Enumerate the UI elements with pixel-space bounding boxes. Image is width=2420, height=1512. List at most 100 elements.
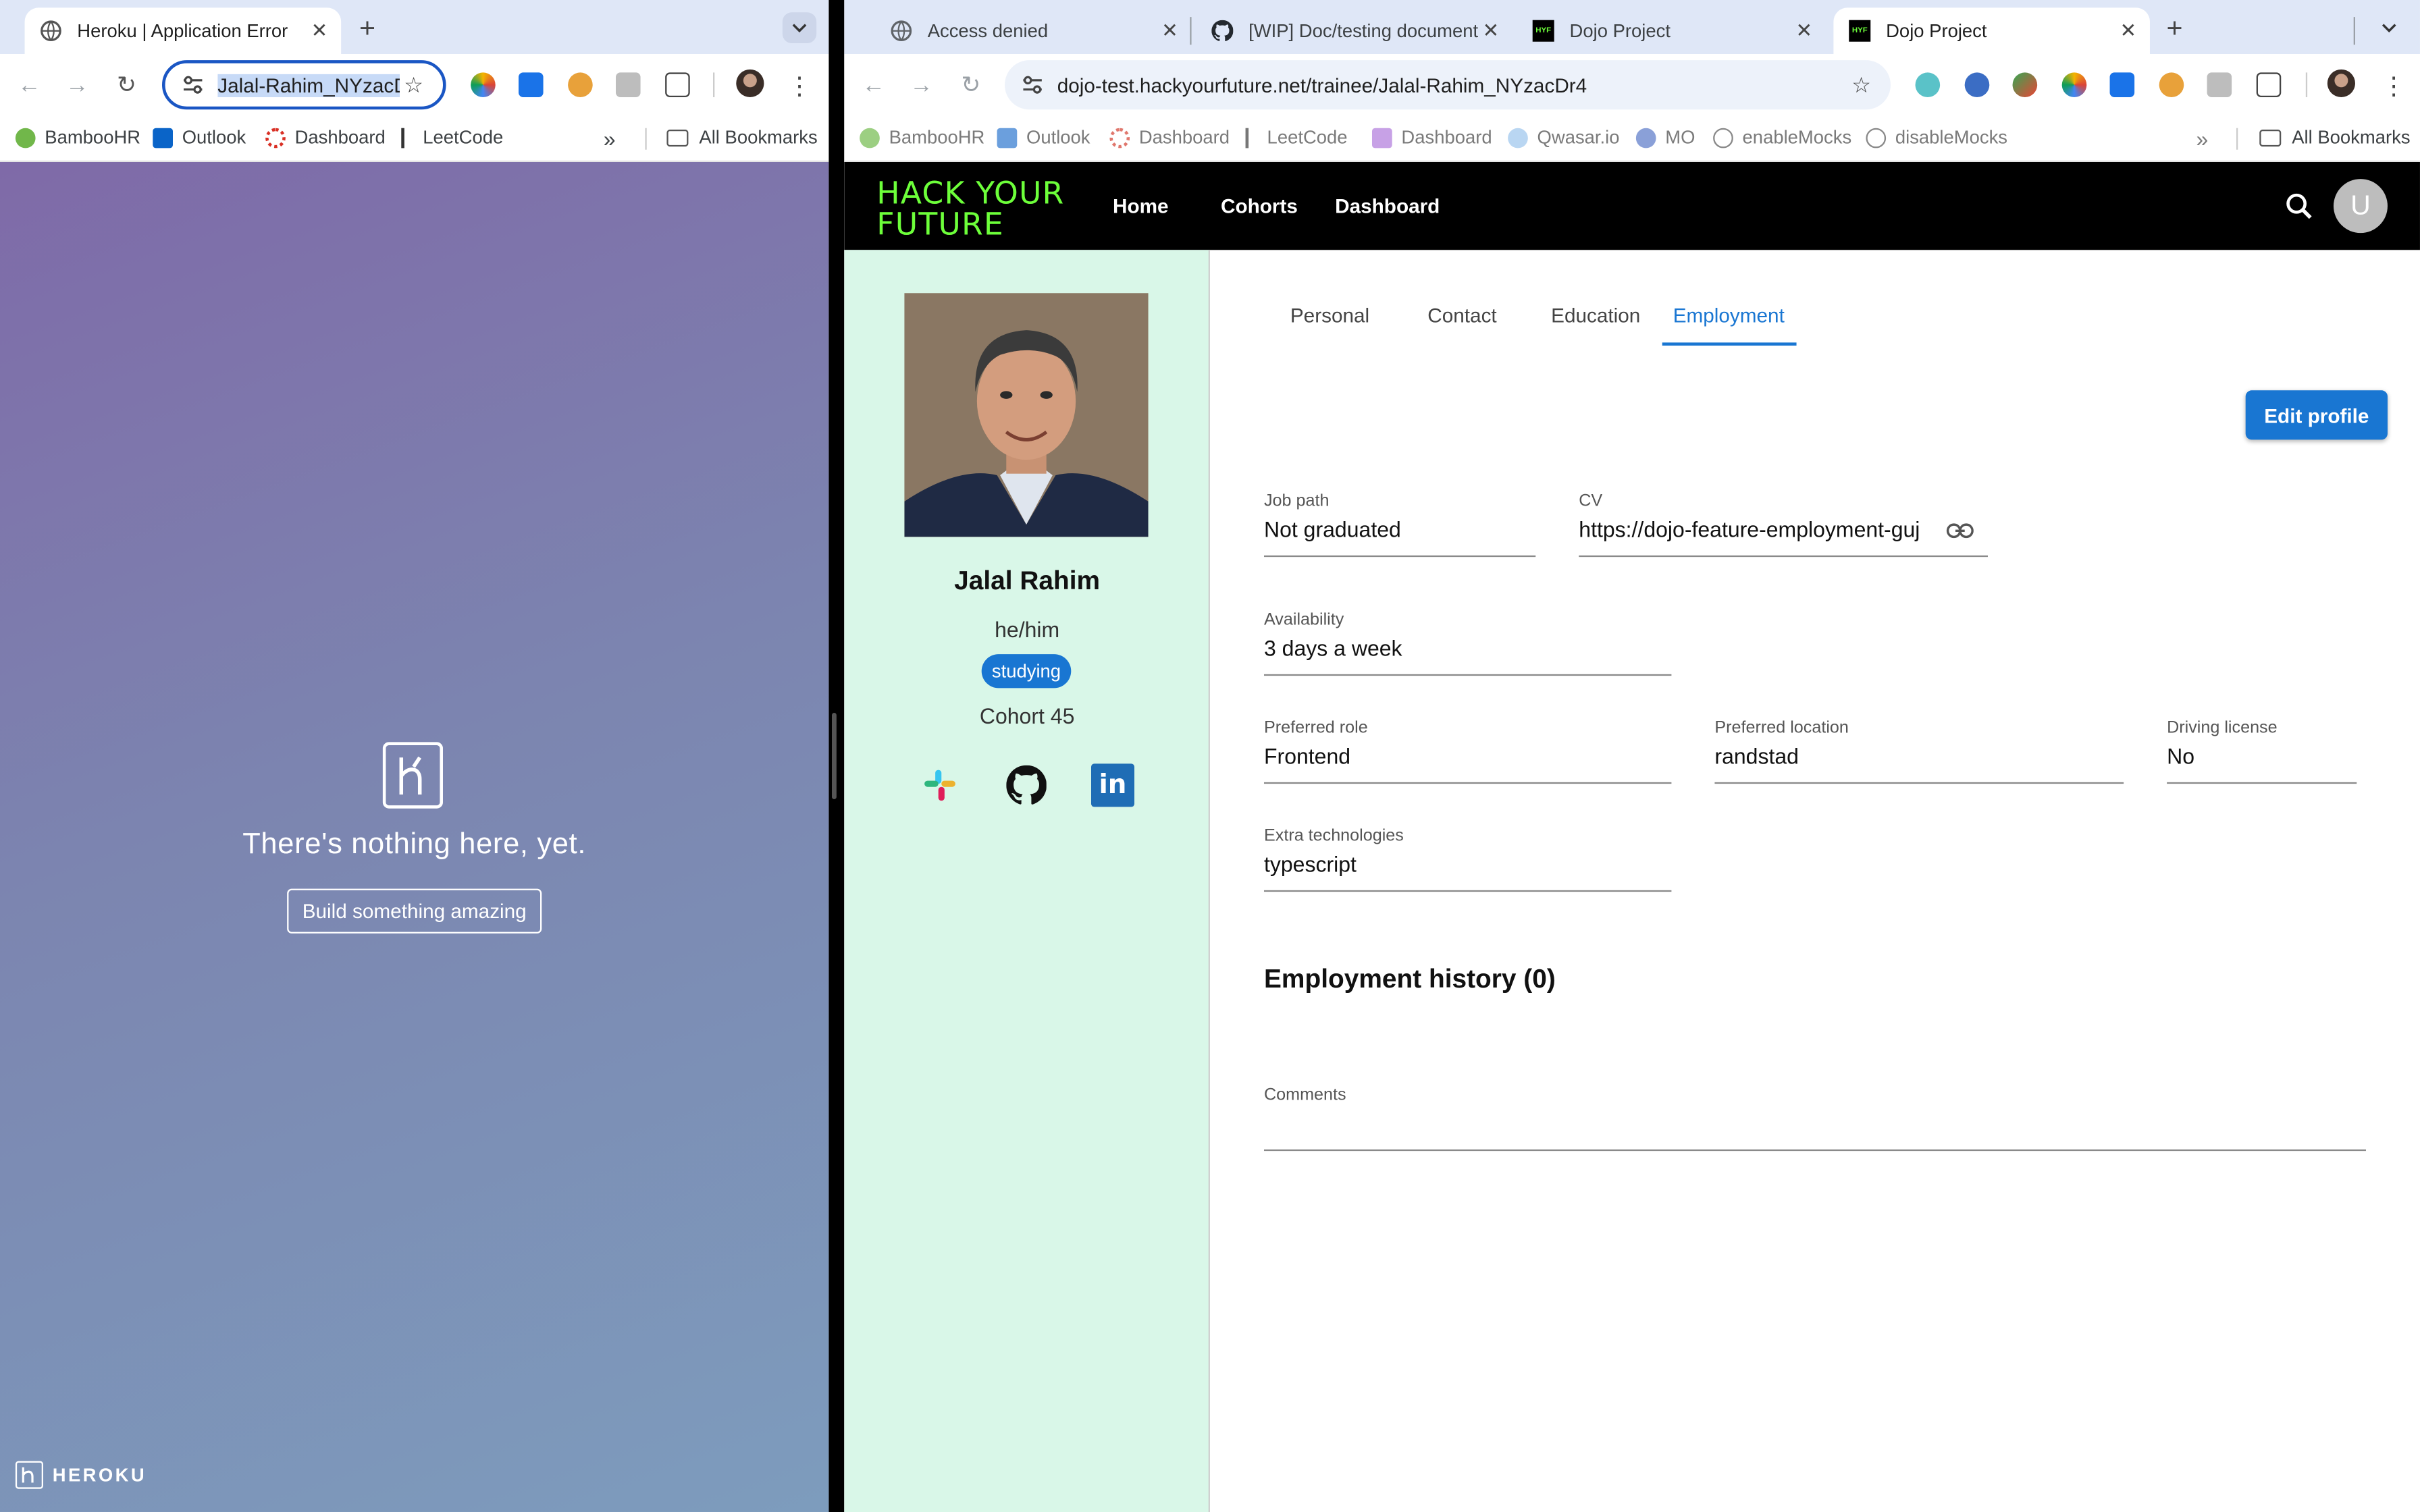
- hyf-logo[interactable]: HACK YOUR FUTURE: [876, 178, 1064, 239]
- slack-icon[interactable]: [918, 763, 962, 807]
- nav-home[interactable]: Home: [1113, 194, 1169, 217]
- bookmark-star-icon[interactable]: ☆: [400, 72, 427, 98]
- bookmark-item[interactable]: enableMocks: [1713, 126, 1851, 148]
- tab-title: Access denied: [927, 20, 1049, 42]
- bookmark-item[interactable]: Dashboard: [265, 126, 386, 148]
- extension-icon[interactable]: [2159, 72, 2184, 97]
- tab-dojo-project-active[interactable]: HYF Dojo Project ✕: [1833, 7, 2150, 54]
- extension-icon[interactable]: [518, 72, 544, 97]
- bookmark-item[interactable]: Outlook: [997, 126, 1090, 148]
- hyf-icon: HYF: [1849, 20, 1871, 42]
- profile-avatar[interactable]: [2327, 69, 2355, 97]
- tab-search-button[interactable]: [2372, 12, 2406, 43]
- close-tab-icon[interactable]: ✕: [2116, 18, 2141, 43]
- close-tab-icon[interactable]: ✕: [1157, 18, 1182, 43]
- tab-contact[interactable]: Contact: [1427, 304, 1496, 327]
- all-bookmarks-button[interactable]: All Bookmarks: [2259, 126, 2411, 148]
- tab-personal[interactable]: Personal: [1290, 304, 1369, 327]
- new-tab-button[interactable]: +: [2159, 11, 2190, 43]
- split-view-handle[interactable]: [831, 712, 837, 799]
- folder-icon: [666, 128, 689, 146]
- site-info-icon[interactable]: [1020, 72, 1045, 97]
- bookmark-item[interactable]: MO: [1635, 126, 1695, 148]
- reload-button[interactable]: ↻: [111, 70, 142, 101]
- bookmarks-overflow-button[interactable]: »: [604, 126, 616, 151]
- user-avatar[interactable]: U: [2333, 179, 2388, 234]
- tab-heroku[interactable]: Heroku | Application Error ✕: [24, 7, 342, 54]
- extension-icon[interactable]: [2061, 72, 2087, 97]
- tab-employment[interactable]: Employment: [1673, 304, 1785, 327]
- all-bookmarks-button[interactable]: All Bookmarks: [666, 126, 818, 148]
- kebab-menu-icon[interactable]: ⋮: [787, 71, 812, 102]
- availability-field: Availability 3 days a week: [1263, 611, 1672, 676]
- app-header: HACK YOUR FUTURE Home Cohorts Dashboard …: [844, 161, 2420, 250]
- tab-github-doc[interactable]: [WIP] Doc/testing document ✕: [1196, 7, 1512, 54]
- puzzle-icon[interactable]: [2256, 72, 2282, 97]
- extension-heart-icon[interactable]: [1964, 72, 1990, 97]
- leetcode-icon: [401, 127, 413, 148]
- close-tab-icon[interactable]: ✕: [1479, 18, 1504, 43]
- heroku-footer-logo[interactable]: HEROKU: [15, 1461, 147, 1489]
- bookmark-item[interactable]: BambooHR: [860, 126, 984, 148]
- github-icon[interactable]: [1005, 763, 1048, 807]
- back-button[interactable]: ←: [14, 70, 45, 101]
- tab-title: Dojo Project: [1886, 20, 1987, 42]
- back-button[interactable]: ←: [858, 70, 889, 101]
- trainee-cohort[interactable]: Cohort 45: [844, 703, 1210, 728]
- forward-button[interactable]: →: [906, 70, 937, 101]
- tab-access-denied[interactable]: Access denied ✕: [875, 7, 1192, 54]
- site-info-icon[interactable]: [180, 72, 205, 97]
- bookmark-item[interactable]: Qwasar.io: [1508, 126, 1620, 148]
- edit-profile-button[interactable]: Edit profile: [2245, 390, 2388, 440]
- linkedin-icon[interactable]: in: [1090, 763, 1134, 807]
- bookmark-item[interactable]: LeetCode: [1245, 126, 1348, 148]
- preferred-location-field: Preferred location randstad: [1714, 719, 2124, 784]
- bookmarks-overflow-button[interactable]: »: [2197, 126, 2209, 151]
- preferred-role-field: Preferred role Frontend: [1263, 719, 1672, 784]
- extension-icon[interactable]: [2012, 72, 2038, 97]
- bookmarks-divider: [2236, 128, 2238, 150]
- extension-icon[interactable]: [2207, 72, 2232, 97]
- bookmark-item[interactable]: Dashboard: [1109, 126, 1230, 148]
- bookmark-star-icon[interactable]: ☆: [1847, 72, 1875, 98]
- close-tab-icon[interactable]: ✕: [307, 18, 332, 43]
- heroku-mark-icon: [15, 1461, 43, 1489]
- extension-icon[interactable]: [568, 72, 593, 97]
- forward-button[interactable]: →: [61, 70, 93, 101]
- tab-education[interactable]: Education: [1551, 304, 1640, 327]
- new-tab-button[interactable]: +: [352, 11, 383, 43]
- leetcode-icon: [1245, 127, 1258, 148]
- bookmark-item[interactable]: LeetCode: [401, 126, 503, 148]
- address-text[interactable]: Jalal-Rahim_NYzacD: [217, 73, 400, 97]
- puzzle-icon[interactable]: [665, 72, 690, 97]
- build-something-button[interactable]: Build something amazing: [287, 888, 542, 934]
- left-browser-window: Heroku | Application Error ✕ + ← → ↻ Jal…: [0, 0, 829, 1512]
- extension-m-icon[interactable]: [1915, 72, 1941, 97]
- extension-icon[interactable]: [615, 72, 641, 97]
- bookmark-item[interactable]: disableMocks: [1866, 126, 2007, 148]
- bookmark-item[interactable]: BambooHR: [15, 126, 140, 148]
- tab-separator: [1190, 17, 1192, 45]
- right-browser-window: Access denied ✕ [WIP] Doc/testing docume…: [844, 0, 2420, 1512]
- bookmark-item[interactable]: Dashboard: [1371, 126, 1492, 148]
- address-bar[interactable]: dojo-test.hackyourfuture.net/trainee/Jal…: [1004, 60, 1891, 110]
- kebab-menu-icon[interactable]: ⋮: [2382, 71, 2406, 102]
- nav-cohorts[interactable]: Cohorts: [1221, 194, 1298, 217]
- tab-search-button[interactable]: [782, 12, 817, 43]
- extension-heart-icon[interactable]: [471, 72, 496, 97]
- cv-link[interactable]: https://dojo-feature-employment-guj: [1579, 517, 1945, 542]
- address-bar[interactable]: Jalal-Rahim_NYzacD ☆: [161, 60, 446, 110]
- extension-icon[interactable]: [2109, 72, 2135, 97]
- status-badge: studying: [981, 654, 1072, 688]
- reload-button[interactable]: ↻: [955, 70, 987, 101]
- link-icon[interactable]: [1946, 518, 1974, 546]
- close-tab-icon[interactable]: ✕: [1792, 18, 1817, 43]
- profile-avatar[interactable]: [736, 69, 764, 97]
- tab-dojo-project[interactable]: HYF Dojo Project ✕: [1517, 7, 1826, 54]
- extra-technologies-field: Extra technologies typescript: [1263, 827, 1672, 892]
- dashboard-icon: [1109, 127, 1130, 148]
- bookmark-item[interactable]: Outlook: [153, 126, 246, 148]
- address-text[interactable]: dojo-test.hackyourfuture.net/trainee/Jal…: [1057, 74, 1847, 97]
- nav-dashboard[interactable]: Dashboard: [1335, 194, 1440, 217]
- search-icon[interactable]: [2284, 191, 2315, 222]
